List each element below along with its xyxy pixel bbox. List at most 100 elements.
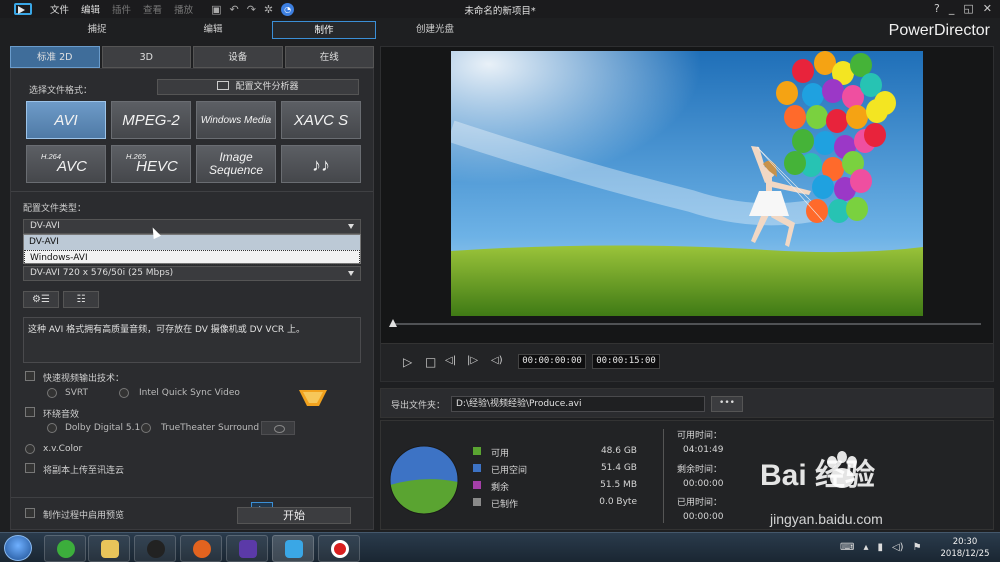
menu-file[interactable]: 文件 [50, 2, 69, 16]
menu-view[interactable]: 查看 [143, 2, 162, 16]
upload-cloud-checkbox[interactable] [25, 463, 35, 473]
play-button[interactable]: ▷ [403, 355, 412, 369]
undo-icon[interactable]: ↶ [229, 3, 238, 16]
subtab-standard-2d[interactable]: 标准 2D [10, 46, 100, 68]
taskbar-clock[interactable]: 20:30 2018/12/25 [935, 536, 995, 560]
balloon [822, 79, 844, 103]
settings-gear-icon[interactable]: ✲ [264, 3, 273, 16]
taskbar-app-green[interactable] [44, 535, 86, 562]
surround-checkbox[interactable] [25, 407, 35, 417]
player-controls: ▷ □ ◁| |▷ ◁) 00:00:00:00 00:00:15:00 [381, 343, 993, 381]
legend-used-value: 51.4 GB [600, 463, 637, 473]
start-menu-icon[interactable] [4, 535, 32, 561]
subtab-3d[interactable]: 3D [101, 46, 191, 68]
start-produce-button[interactable]: 开始 [237, 507, 351, 524]
legend-produced-value: 0.0 Byte [599, 497, 637, 507]
elapsed-time-value: 00:00:00 [683, 512, 724, 522]
close-button[interactable]: ✕ [983, 2, 992, 15]
volume-icon[interactable]: ◁) [892, 542, 904, 553]
format-windows-media-button[interactable]: Windows Media [196, 101, 276, 139]
output-folder-input[interactable]: D:\经验\视频经验\Produce.avi [451, 396, 705, 412]
produce-panel-body: 选择文件格式： 配置文件分析器 AVI MPEG-2 Windows Media… [10, 68, 374, 530]
legend-available-label: 可用 [491, 449, 510, 459]
list-icon: ☷ [76, 294, 86, 305]
redo-icon[interactable]: ↷ [247, 3, 256, 16]
fast-render-label: 快速视频输出技术： [43, 374, 125, 384]
divider [663, 429, 664, 523]
browse-folder-button[interactable]: ••• [711, 396, 743, 412]
balloon [814, 131, 836, 155]
divider [11, 191, 373, 192]
tab-edit[interactable]: 编辑 [158, 21, 268, 39]
format-hevc-button[interactable]: H.265 HEVC [111, 145, 191, 183]
tray-chevron-icon[interactable]: ▴ [863, 542, 868, 553]
keyboard-icon[interactable]: ⌨ [840, 542, 854, 553]
next-frame-button[interactable]: |▷ [467, 355, 478, 366]
format-mpeg2-button[interactable]: MPEG-2 [111, 101, 191, 139]
legend-available-value: 48.6 GB [600, 446, 637, 456]
dropdown-option-dv-avi[interactable]: DV-AVI [24, 235, 360, 250]
taskbar-powerdirector-icon[interactable] [272, 535, 314, 562]
truetheater-radio[interactable] [141, 423, 151, 433]
menu-plugins[interactable]: 插件 [112, 2, 131, 16]
format-avi-label: AVI [54, 112, 78, 129]
watermark-url: jingyan.baidu.com [770, 511, 883, 527]
video-preview-frame[interactable] [451, 51, 923, 316]
analyzer-icon [217, 81, 230, 90]
network-icon[interactable]: ▮ [877, 542, 883, 553]
window-controls: ? _ ◱ ✕ [934, 2, 992, 15]
menu-edit[interactable]: 编辑 [81, 2, 100, 16]
flag-icon[interactable]: ⚑ [913, 542, 922, 553]
prev-frame-button[interactable]: ◁| [445, 355, 456, 366]
timeline-slider[interactable] [393, 323, 981, 325]
restore-button[interactable]: ◱ [963, 2, 973, 15]
remaining-time-label: 剩余时间： [677, 465, 723, 475]
dropdown-option-windows-avi[interactable]: Windows-AVI [24, 250, 360, 265]
disk-usage-pie-chart [389, 445, 459, 515]
help-button[interactable]: ? [934, 2, 940, 15]
taskbar-app-play[interactable] [226, 535, 268, 562]
balloon [802, 83, 824, 107]
mode-tabs: 捕捉 编辑 制作 创建光盘 [0, 21, 700, 39]
save-icon[interactable]: ▣ [211, 3, 221, 16]
tab-produce[interactable]: 制作 [272, 21, 376, 39]
available-time-value: 04:01:49 [683, 445, 724, 455]
profile-quality-select[interactable]: DV-AVI 720 x 576/50i (25 Mbps) [23, 266, 361, 281]
stop-button[interactable]: □ [425, 355, 436, 369]
format-avi-button[interactable]: AVI [26, 101, 106, 139]
surround-settings-eye-button[interactable] [261, 421, 295, 435]
playhead-handle[interactable] [389, 319, 397, 327]
profile-settings-button[interactable]: ⚙☰ [23, 291, 59, 308]
subtab-device[interactable]: 设备 [193, 46, 283, 68]
profile-details-button[interactable]: ☷ [63, 291, 99, 308]
format-xavcs-label: XAVC S [293, 112, 349, 129]
taskbar-file-explorer-icon[interactable] [88, 535, 130, 562]
dolby-radio[interactable] [47, 423, 57, 433]
fast-render-checkbox[interactable] [25, 371, 35, 381]
format-avc-button[interactable]: H.264 AVC [26, 145, 106, 183]
format-xavcs-button[interactable]: XAVC S [281, 101, 361, 139]
taskbar-qq-icon[interactable] [134, 535, 176, 562]
format-image-sequence-button[interactable]: Image Sequence [196, 145, 276, 183]
taskbar-firefox-icon[interactable] [180, 535, 222, 562]
minimize-button[interactable]: _ [949, 2, 955, 15]
preview-during-checkbox[interactable] [25, 508, 35, 518]
tab-create-disc[interactable]: 创建光盘 [380, 21, 490, 39]
menu-play[interactable]: 播放 [174, 2, 193, 16]
subtab-online[interactable]: 在线 [284, 46, 374, 68]
volume-button[interactable]: ◁) [491, 355, 503, 366]
user-account-icon[interactable]: ◔ [281, 2, 295, 16]
format-audio-button[interactable]: ♪♪ [281, 145, 361, 183]
profile-analyzer-button[interactable]: 配置文件分析器 [157, 79, 359, 95]
svrt-radio[interactable] [47, 388, 57, 398]
tab-capture[interactable]: 捕捉 [42, 21, 152, 39]
profile-type-select[interactable]: DV-AVI [23, 219, 361, 234]
powerdirector-logo-icon [14, 1, 36, 17]
balloon [864, 123, 886, 147]
taskbar-record-icon[interactable] [318, 535, 360, 562]
output-folder-label: 导出文件夹： [391, 401, 446, 411]
intel-qsv-radio[interactable] [119, 388, 129, 398]
balloon [846, 105, 868, 129]
current-timecode[interactable]: 00:00:00:00 [518, 354, 586, 369]
xvcolor-radio[interactable] [25, 444, 35, 454]
